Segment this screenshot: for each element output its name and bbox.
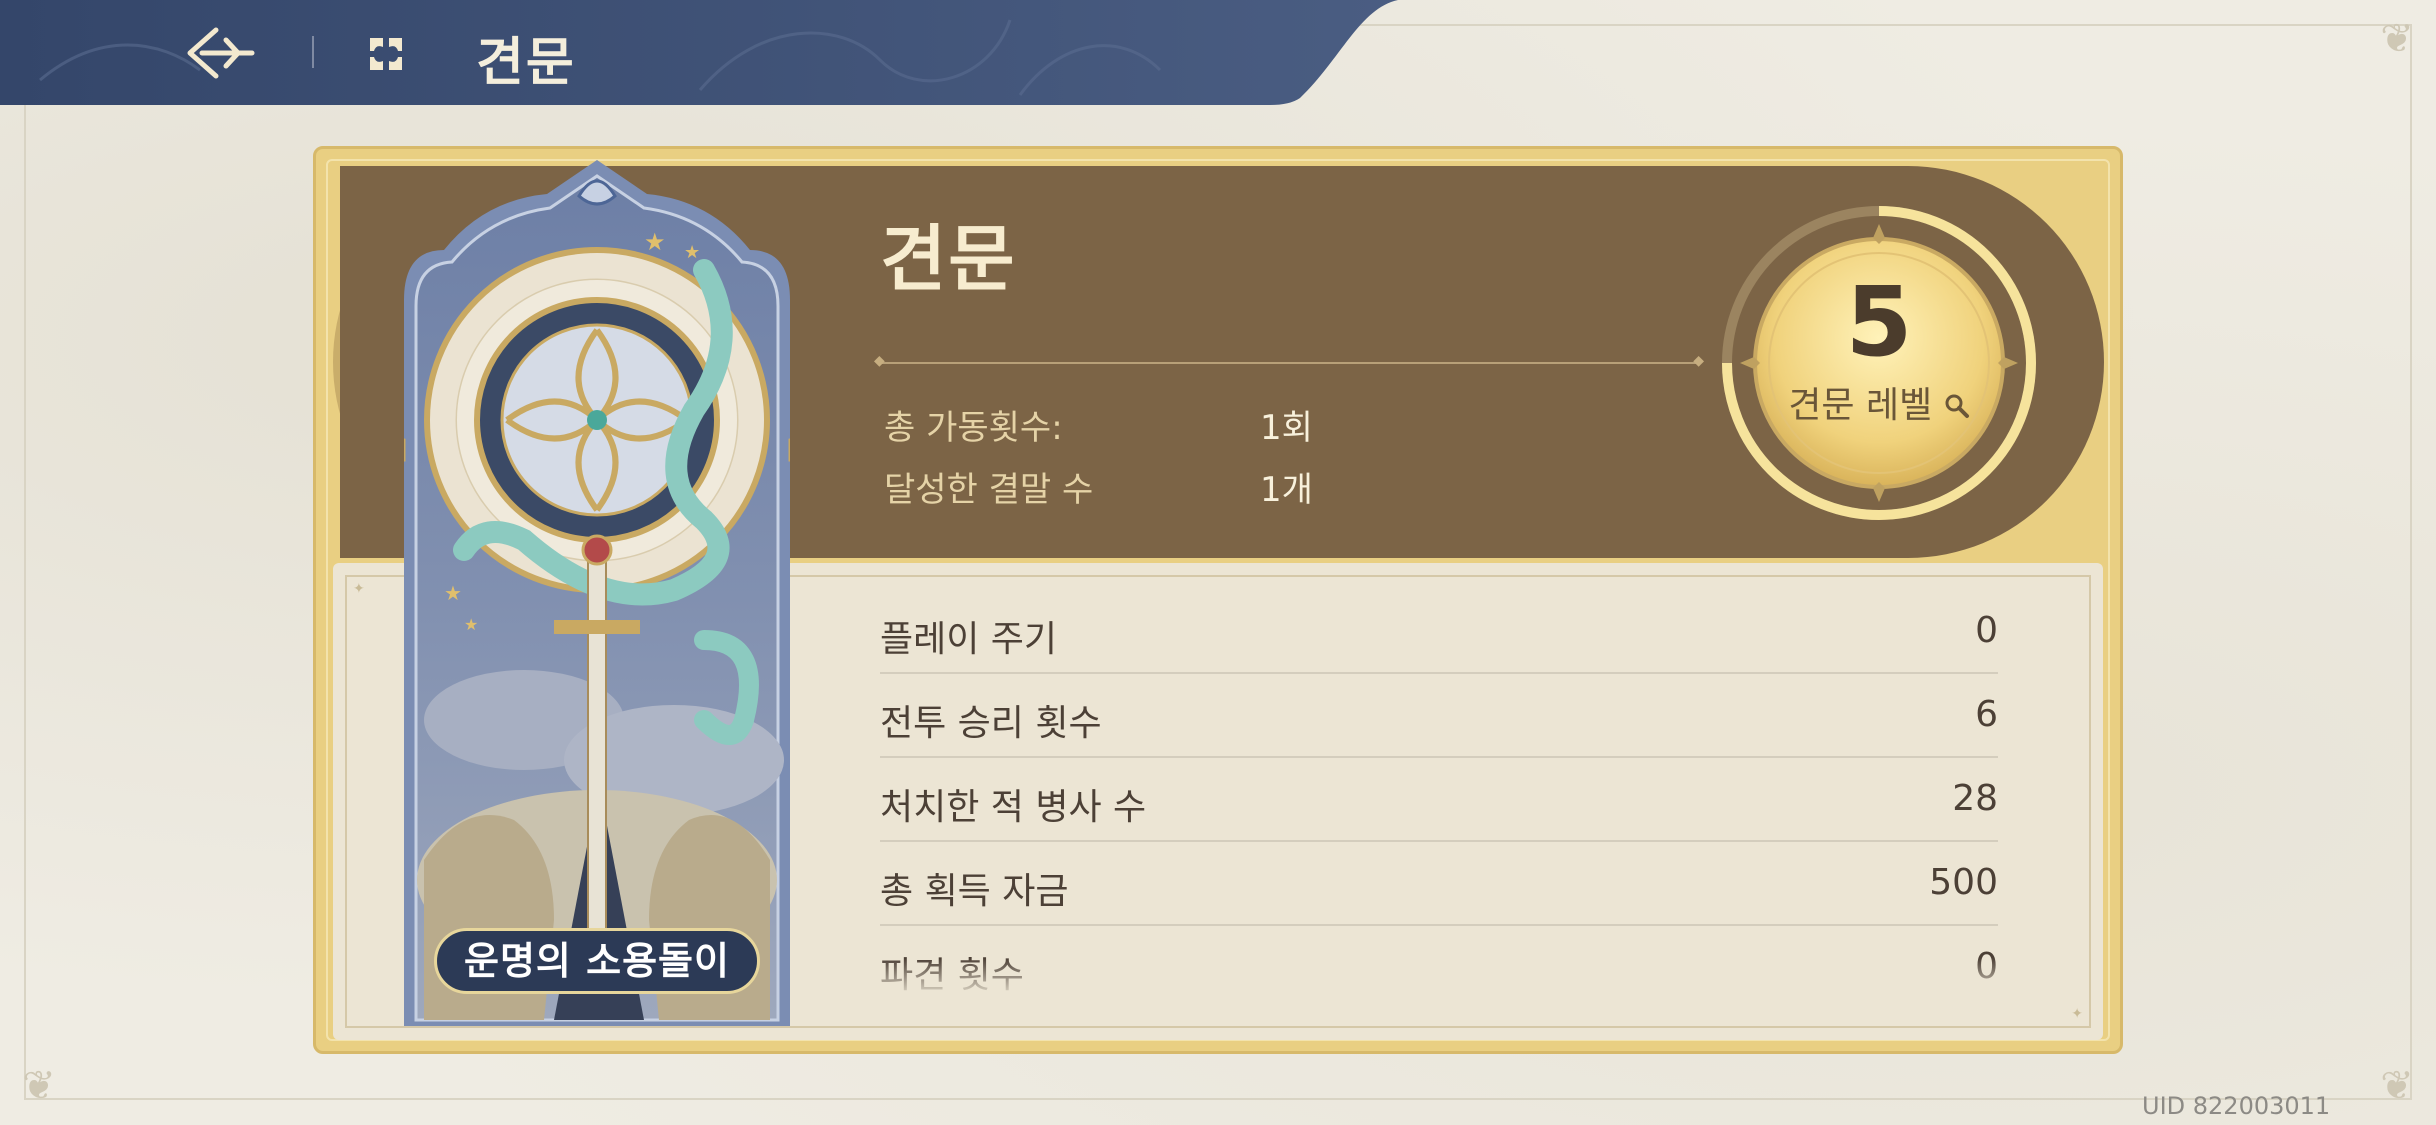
summary-divider	[874, 353, 1704, 369]
corner-ornament-icon: ❦	[2380, 16, 2414, 62]
total-runs-label: 총 가동횟수:	[884, 408, 1063, 448]
back-arrow-icon	[187, 27, 255, 79]
svg-text:★: ★	[644, 228, 666, 256]
back-button[interactable]	[182, 22, 258, 84]
endings-label: 달성한 결말 수	[884, 470, 1094, 510]
magnifier-icon	[1944, 387, 1970, 418]
corner-ornament-icon: ❦	[22, 1063, 56, 1109]
card-name-plate: 운명의 소용돌이	[434, 928, 760, 994]
svg-text:★: ★	[464, 615, 478, 634]
svg-text:★: ★	[444, 581, 462, 605]
svg-text:★: ★	[684, 242, 700, 263]
level-label-text: 견문 레벨	[1788, 385, 1933, 426]
header-separator	[312, 36, 314, 68]
level-label: 견문 레벨	[1720, 376, 2038, 428]
destiny-card[interactable]: ★ ★ ★ ★	[321, 160, 873, 1026]
summary-title: 견문	[880, 217, 1017, 301]
stats-scroll-area[interactable]	[860, 580, 2020, 1010]
card-illustration: ★ ★ ★ ★	[321, 160, 873, 1026]
corner-ornament-icon: ❦	[2380, 1063, 2414, 1109]
endings-value: 1개	[1260, 470, 1313, 510]
quatrefoil-menu-icon[interactable]	[366, 34, 406, 74]
level-value: 5	[1845, 266, 1913, 378]
user-id: UID 822003011	[2142, 1092, 2331, 1120]
page-title: 견문	[476, 33, 576, 93]
total-runs-value: 1회	[1260, 408, 1313, 448]
